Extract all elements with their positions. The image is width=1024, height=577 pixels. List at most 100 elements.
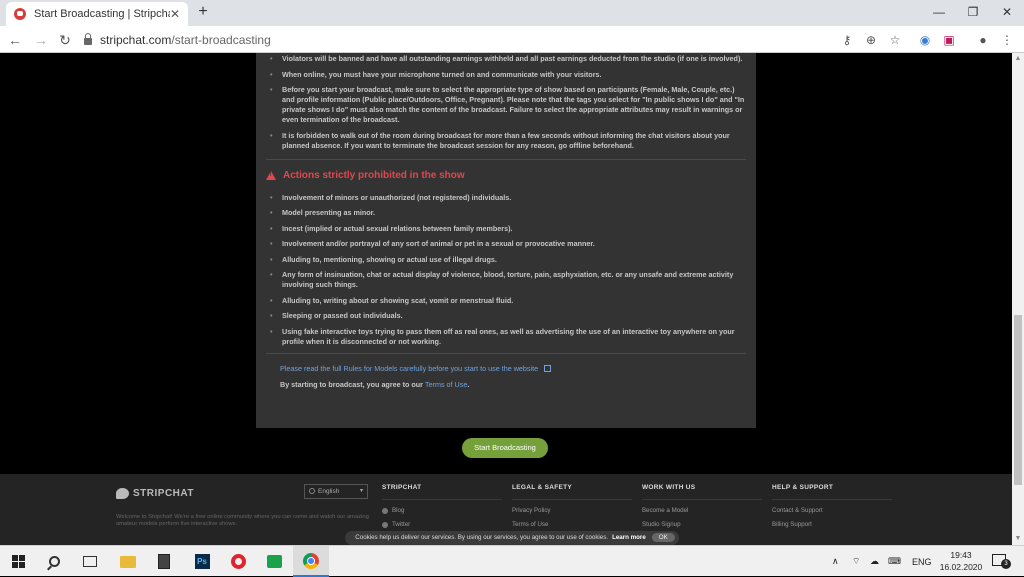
cookie-banner: Cookies help us deliver our services. By… (0, 530, 1024, 545)
page-content: Violators will be banned and have all ou… (0, 53, 1012, 545)
notification-count-badge: 3 (1001, 559, 1011, 569)
profile-icon[interactable]: ● (974, 31, 992, 49)
prohibited-heading: Actions strictly prohibited in the show (266, 170, 746, 181)
list-item: Incest (implied or actual sexual relatio… (266, 224, 746, 234)
footer-column-legal: LEGAL & SAFETY Privacy Policy Terms of U… (512, 484, 632, 528)
read-rules-link[interactable]: Please read the full Rules for Models ca… (266, 364, 746, 373)
logo-icon (116, 488, 129, 499)
become-model-link[interactable]: Become a Model (642, 507, 762, 514)
search-icon (48, 556, 60, 567)
chrome-button[interactable] (293, 546, 329, 577)
terms-of-use-link[interactable]: Terms of Use (425, 380, 467, 389)
list-item: Involvement and/or portrayal of any sort… (266, 239, 746, 249)
calculator-button[interactable] (146, 546, 182, 577)
scroll-up-icon[interactable]: ▲ (1014, 55, 1022, 62)
list-item: Using fake interactive toys trying to pa… (266, 327, 746, 347)
url-domain: stripchat.com (100, 33, 172, 47)
language-select[interactable]: English ▾ (304, 484, 368, 499)
cookie-text: Cookies help us deliver our services. By… (355, 534, 609, 541)
prohibited-rules-list: Involvement of minors or unauthorized (n… (266, 193, 746, 347)
app-button[interactable] (256, 546, 292, 577)
clock[interactable]: 19:43 16.02.2020 (935, 549, 987, 573)
blog-icon (382, 507, 388, 514)
opera-button[interactable] (220, 546, 256, 577)
agree-prefix: By starting to broadcast, you agree to o… (280, 379, 423, 389)
language-indicator[interactable]: ENG (912, 546, 932, 577)
privacy-policy-link[interactable]: Privacy Policy (512, 507, 632, 514)
file-explorer-button[interactable] (110, 546, 146, 577)
extension-pink-icon[interactable]: ▣ (940, 31, 958, 49)
footer-column-title: LEGAL & SAFETY (512, 484, 632, 500)
menu-dots-icon[interactable]: ⋮ (998, 31, 1016, 49)
minimize-button[interactable]: — (922, 0, 956, 26)
twitter-link[interactable]: Twitter (382, 521, 502, 528)
blog-link-text: Blog (392, 507, 405, 514)
close-window-button[interactable]: ✕ (990, 0, 1024, 26)
zoom-icon[interactable]: ⊕ (862, 31, 880, 49)
list-item: When online, you must have your micropho… (266, 70, 746, 80)
footer-column-title: STRIPCHAT (382, 484, 502, 500)
reload-icon[interactable]: ↻ (56, 31, 74, 49)
calculator-icon (158, 554, 170, 569)
green-app-icon (266, 555, 282, 568)
footer-column-title: HELP & SUPPORT (772, 484, 892, 500)
url-path: /start-broadcasting (171, 33, 271, 47)
bookmark-star-icon[interactable]: ☆ (886, 31, 904, 49)
cookie-ok-button[interactable]: OK (651, 533, 675, 542)
cookie-learn-more-link[interactable]: Learn more (612, 534, 646, 541)
start-broadcasting-button[interactable]: Start Broadcasting (462, 438, 548, 458)
blog-link[interactable]: Blog (382, 507, 502, 514)
language-value: English (318, 488, 340, 495)
tray-overflow-icon[interactable]: ∧ (832, 546, 839, 577)
list-item: Before you start your broadcast, make su… (266, 85, 746, 125)
key-icon[interactable]: ⚷ (838, 31, 856, 49)
task-view-icon (83, 556, 97, 567)
tab-close-button[interactable]: ✕ (170, 7, 180, 21)
list-item: Sleeping or passed out individuals. (266, 311, 746, 321)
back-arrow-icon[interactable]: ← (6, 31, 24, 49)
cookie-banner-inner: Cookies help us deliver our services. By… (345, 530, 679, 545)
browser-tab-bar: Start Broadcasting | Stripchat ✕ + — ❐ ✕ (0, 0, 1024, 26)
windows-taskbar: Ps ∧ ⌔ ☁ ⌨ ENG 19:43 16.02.2020 3 (0, 545, 1024, 577)
forward-arrow-icon[interactable]: → (32, 31, 50, 49)
page-scrollbar[interactable]: ▲ ▼ (1012, 53, 1024, 545)
warning-icon (266, 170, 276, 180)
chrome-icon (303, 552, 319, 569)
list-item: Alluding to, writing about or showing sc… (266, 296, 746, 306)
studio-signup-link[interactable]: Studio Signup (642, 521, 762, 528)
url-field[interactable]: stripchat.com/start-broadcasting (84, 30, 832, 50)
stripchat-logo[interactable]: STRIPCHAT (116, 488, 194, 499)
new-tab-button[interactable]: + (194, 3, 212, 21)
contact-support-link[interactable]: Contact & Support (772, 507, 892, 514)
footer-column-title: WORK WITH US (642, 484, 762, 500)
agree-text: By starting to broadcast, you agree to o… (266, 380, 746, 389)
search-button[interactable] (36, 546, 72, 577)
list-item: Involvement of minors or unauthorized (n… (266, 193, 746, 203)
scroll-thumb[interactable] (1014, 315, 1022, 485)
list-item: Any form of insinuation, chat or actual … (266, 270, 746, 290)
cloud-icon[interactable]: ☁ (870, 546, 879, 577)
footer-column-help: HELP & SUPPORT Contact & Support Billing… (772, 484, 892, 528)
browser-tab[interactable]: Start Broadcasting | Stripchat ✕ (6, 2, 188, 26)
list-item: Model presenting as minor. (266, 208, 746, 218)
divider (266, 158, 746, 160)
external-link-icon (544, 364, 552, 372)
keyboard-icon[interactable]: ⌨ (888, 546, 901, 577)
list-item: Violators will be banned and have all ou… (266, 54, 746, 64)
photoshop-button[interactable]: Ps (184, 546, 220, 577)
read-rules-text: Please read the full Rules for Models ca… (280, 363, 539, 373)
twitter-link-text: Twitter (392, 521, 411, 528)
extension-icon[interactable]: ◉ (916, 31, 934, 49)
task-view-button[interactable] (72, 546, 108, 577)
stripchat-favicon-icon (14, 8, 26, 20)
start-button[interactable] (0, 546, 36, 577)
agree-suffix: . (467, 379, 470, 389)
list-item: Alluding to, mentioning, showing or actu… (266, 255, 746, 265)
network-icon[interactable]: ⌔ (852, 546, 860, 577)
lock-icon (84, 33, 92, 45)
terms-link[interactable]: Terms of Use (512, 521, 632, 528)
address-bar: ← → ↻ stripchat.com/start-broadcasting ⚷… (0, 26, 1024, 53)
general-rules-list: Violators will be banned and have all ou… (266, 54, 746, 151)
maximize-button[interactable]: ❐ (956, 0, 990, 26)
billing-support-link[interactable]: Billing Support (772, 521, 892, 528)
